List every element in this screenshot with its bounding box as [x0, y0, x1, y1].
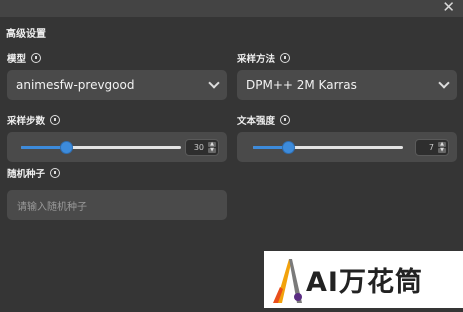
cfg-slider-container: 7 ▲ ▼ — [237, 132, 457, 162]
steps-value: 30 — [193, 143, 204, 152]
sampler-label-row: 采样方法 — [237, 51, 291, 65]
chevron-down-icon — [438, 77, 450, 89]
steps-label-row: 采样步数 — [7, 113, 61, 127]
model-select[interactable]: animesfw-prevgood — [7, 70, 227, 100]
steps-number-input[interactable]: 30 ▲ ▼ — [185, 139, 219, 156]
seed-label: 随机种子 — [7, 169, 46, 180]
steps-slider-fill — [21, 146, 66, 149]
steps-slider-track[interactable] — [21, 142, 181, 153]
cfg-number-input[interactable]: 7 ▲ ▼ — [415, 139, 449, 156]
watermark-text: AI万花筒 — [306, 267, 423, 298]
seed-input[interactable]: 请输入随机种子 — [7, 190, 227, 220]
close-icon[interactable]: ✕ — [442, 0, 455, 16]
info-icon[interactable] — [50, 115, 61, 125]
watermark-graphic — [273, 259, 302, 303]
cfg-slider-handle[interactable] — [282, 142, 294, 153]
info-icon[interactable] — [280, 115, 291, 125]
dialog-title: 高级设置 — [6, 29, 46, 40]
title-bar: ✕ — [0, 0, 463, 17]
cfg-stepper: ▲ ▼ — [438, 142, 446, 153]
cfg-slider-track[interactable] — [253, 142, 403, 153]
model-label: 模型 — [7, 54, 27, 65]
steps-label: 采样步数 — [7, 116, 46, 127]
steps-stepper: ▲ ▼ — [208, 142, 216, 153]
stepper-down-icon[interactable]: ▼ — [438, 148, 446, 153]
steps-slider-container: 30 ▲ ▼ — [7, 132, 227, 162]
sampler-select[interactable]: DPM++ 2M Karras — [237, 70, 457, 100]
seed-input-placeholder: 请输入随机种子 — [17, 201, 87, 213]
seed-label-row: 随机种子 — [7, 166, 61, 180]
model-select-value: animesfw-prevgood — [16, 78, 135, 92]
steps-slider-handle[interactable] — [60, 142, 72, 153]
sampler-label: 采样方法 — [237, 54, 276, 65]
info-icon[interactable] — [31, 53, 42, 63]
stepper-down-icon[interactable]: ▼ — [208, 148, 216, 153]
model-label-row: 模型 — [7, 51, 42, 65]
cfg-label: 文本强度 — [237, 116, 276, 127]
info-icon[interactable] — [50, 168, 61, 178]
cfg-label-row: 文本强度 — [237, 113, 291, 127]
sampler-select-value: DPM++ 2M Karras — [246, 78, 357, 92]
cfg-value: 7 — [428, 143, 434, 152]
watermark-logo: AI万花筒 — [264, 251, 463, 308]
chevron-down-icon — [208, 77, 220, 89]
info-icon[interactable] — [280, 53, 291, 63]
